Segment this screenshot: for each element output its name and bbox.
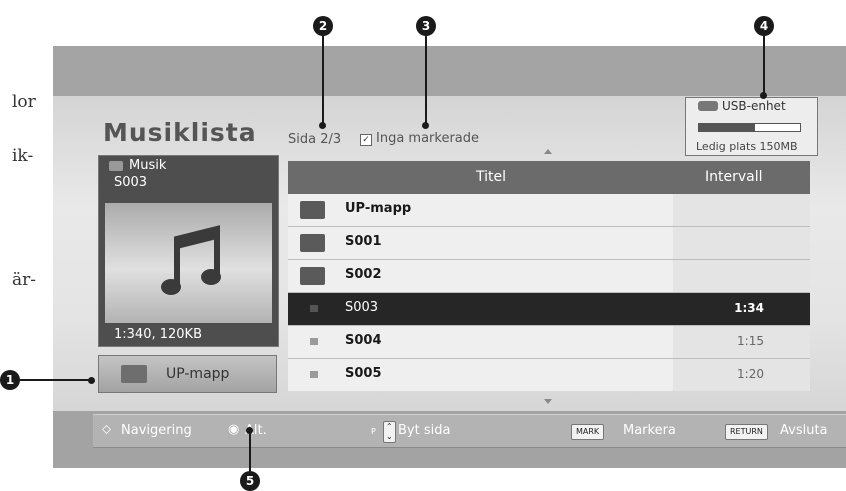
callout-3: 3 bbox=[416, 16, 436, 36]
callout-5-dot bbox=[246, 427, 253, 434]
music-list: Titel Intervall UP-mapp S001 S002 S003 1… bbox=[288, 161, 810, 391]
list-item[interactable]: S004 1:15 bbox=[288, 326, 810, 359]
list-item[interactable]: S005 1:20 bbox=[288, 359, 810, 392]
music-note-icon bbox=[161, 225, 221, 295]
callout-4: 4 bbox=[754, 16, 774, 36]
usb-label: USB-enhet bbox=[722, 99, 786, 113]
callout-1-line bbox=[20, 379, 92, 381]
page-title: Musiklista bbox=[103, 118, 257, 147]
list-item[interactable]: UP-mapp bbox=[288, 194, 810, 227]
callout-2: 2 bbox=[313, 16, 333, 36]
callout-4-line bbox=[763, 36, 765, 96]
item-name: S001 bbox=[345, 234, 382, 249]
interval-column-header: Intervall bbox=[705, 169, 763, 185]
top-bar bbox=[53, 46, 846, 96]
title-column-header: Titel bbox=[476, 169, 507, 185]
callout-4-dot bbox=[760, 92, 767, 99]
navigate-hint: Navigering bbox=[121, 423, 192, 438]
navigate-arrows-icon: ⬦ bbox=[102, 422, 112, 437]
page-change-hint: Byt sida bbox=[398, 423, 451, 438]
page-key-label: P bbox=[371, 427, 376, 436]
folder-icon bbox=[300, 234, 325, 252]
usb-icon bbox=[698, 101, 718, 111]
mark-hint: Markera bbox=[623, 423, 676, 438]
ok-button-icon: ◉ bbox=[228, 422, 240, 437]
item-duration: 1:34 bbox=[734, 301, 764, 315]
checkbox-icon: ✓ bbox=[360, 134, 372, 146]
folder-icon bbox=[300, 267, 325, 285]
usb-storage-fill bbox=[699, 124, 755, 131]
footer-hints: ⬦ Navigering ◉ Alt. P ⌃ ⌄ Byt sida MARK M… bbox=[93, 414, 846, 448]
up-folder-label: UP-mapp bbox=[166, 366, 230, 382]
folder-up-icon bbox=[121, 365, 147, 383]
page-indicator: Sida 2/3 bbox=[288, 132, 342, 147]
callout-1: 1 bbox=[0, 370, 20, 390]
category-label: Musik bbox=[129, 158, 167, 173]
list-item[interactable]: S001 bbox=[288, 227, 810, 260]
callout-2-line bbox=[322, 36, 324, 126]
up-folder-button[interactable]: UP-mapp bbox=[98, 355, 277, 393]
list-item-selected[interactable]: S003 1:34 bbox=[288, 293, 810, 326]
usb-panel: USB-enhet Ledig plats 150MB bbox=[685, 97, 818, 156]
scroll-down-icon[interactable] bbox=[544, 399, 552, 404]
callout-5: 5 bbox=[240, 471, 260, 491]
footer-bar: ⬦ Navigering ◉ Alt. P ⌃ ⌄ Byt sida MARK M… bbox=[53, 411, 846, 468]
selection-status: Inga markerade bbox=[376, 131, 480, 146]
callout-5-line bbox=[249, 431, 251, 471]
callout-1-dot bbox=[88, 377, 95, 384]
folder-icon bbox=[300, 201, 325, 219]
now-playing-panel: Musik S003 1:340, 120KB bbox=[98, 155, 279, 347]
file-info: 1:340, 120KB bbox=[114, 327, 202, 342]
item-name: S002 bbox=[345, 267, 382, 282]
music-folder-icon bbox=[109, 161, 123, 171]
exit-hint: Avsluta bbox=[780, 423, 828, 438]
margin-text-2: ik- bbox=[12, 146, 34, 166]
current-file-name: S003 bbox=[114, 175, 148, 190]
page-up-down-icon: ⌃ ⌄ bbox=[383, 421, 396, 443]
item-duration: 1:20 bbox=[737, 367, 764, 381]
tv-screen: Musiklista Sida 2/3 ✓ Inga markerade USB… bbox=[53, 46, 846, 468]
callout-3-dot bbox=[422, 122, 429, 129]
margin-text-1: lor bbox=[12, 92, 36, 112]
usb-free-space: Ledig plats 150MB bbox=[696, 140, 798, 153]
usb-storage-bar bbox=[698, 123, 801, 132]
list-header: Titel Intervall bbox=[288, 161, 810, 194]
callout-2-dot bbox=[319, 122, 326, 129]
list-item[interactable]: S002 bbox=[288, 260, 810, 293]
margin-text-3: är- bbox=[12, 270, 37, 290]
callout-3-line bbox=[425, 36, 427, 126]
item-name: UP-mapp bbox=[345, 201, 412, 216]
album-art bbox=[105, 203, 272, 323]
scroll-up-icon[interactable] bbox=[544, 149, 552, 154]
return-key-badge: RETURN bbox=[725, 424, 768, 440]
item-duration: 1:15 bbox=[737, 334, 764, 348]
mark-key-badge: MARK bbox=[571, 424, 605, 440]
